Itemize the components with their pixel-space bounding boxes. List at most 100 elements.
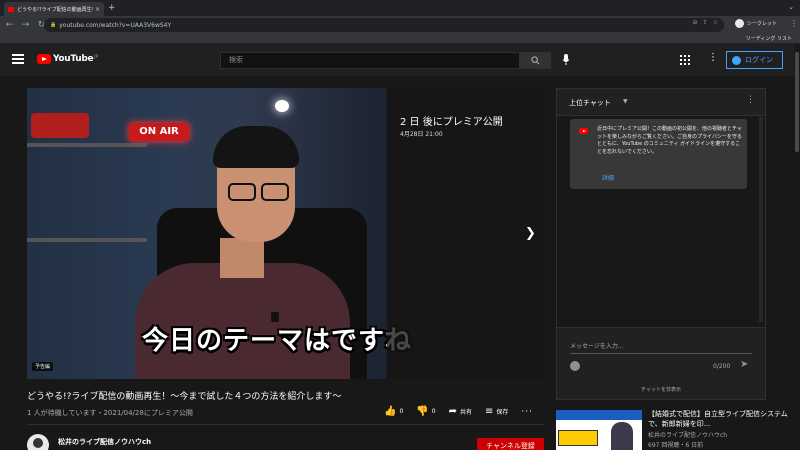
chat-scrollbar[interactable] [759,117,763,322]
video-player[interactable]: ON AIR 今日のテーマはですね 予告編 2 日 後にプレミア公開 4月28日… [27,88,544,379]
back-icon[interactable]: ← [3,20,16,30]
youtube-favicon-icon [8,6,14,12]
page-scrollbar[interactable] [794,44,800,450]
login-label: ログイン [745,56,773,64]
person-hair [213,126,299,168]
new-tab-button[interactable]: + [108,2,116,14]
address-bar[interactable]: 🔒 youtube.com/watch?v=UAA3V6wS4Y ⊖ ⇪ ☆ [44,18,724,32]
thumb-band [556,410,642,420]
thumbs-up-icon: 👍 [384,406,397,417]
login-button[interactable]: ログイン [726,51,783,69]
video-title: どうやる!?ライブ配信の動画再生！〜今まで試した４つの方法を紹介します〜 [27,392,342,402]
playlist-add-icon: ≡ [484,406,494,417]
scrollbar-thumb[interactable] [795,52,799,152]
youtube-play-icon [37,54,51,64]
chat-mode-selector[interactable]: 上位チャット [569,98,611,108]
incognito-profile[interactable]: シークレット [735,19,777,28]
url-text: youtube.com/watch?v=UAA3V6wS4Y [59,21,172,29]
incognito-icon [735,19,744,28]
recommendation-thumbnail[interactable] [556,410,642,450]
share-icon: ➦ [448,406,457,417]
video-meta: 1 人が待機しています・2021/04/28にプレミア公開 [27,409,193,417]
dislike-count: 0 [431,408,436,415]
recommendation-meta: 697 回視聴・6 日前 [648,442,704,449]
browser-menu-icon[interactable]: ⋮ [790,19,798,28]
search-button[interactable] [520,52,551,69]
youtube-icon [579,128,588,134]
browser-tabstrip: どうやる!?ライブ配信の動画再生！... × + ⌄ [0,0,800,16]
apps-grid-icon[interactable] [680,55,690,65]
trailer-badge: 予告編 [32,362,54,371]
glasses-right [261,183,289,201]
chat-header: 上位チャット ▼ ⋮ [557,89,765,116]
thumbs-down-icon: 👎 [416,406,429,417]
on-air-sign: ON AIR [129,123,189,141]
like-button[interactable]: 👍 0 [384,406,403,417]
like-count: 0 [399,408,404,415]
search-input[interactable]: 検索 [220,52,520,69]
recommendation-title[interactable]: 【結婚式で配信】自立型ライブ配信システムで、新郎新婦を印... [648,409,794,429]
forward-icon[interactable]: → [19,20,32,30]
chevron-right-icon[interactable]: ❯ [525,226,536,241]
red-case [31,113,89,138]
share-label: 共有 [459,409,472,416]
youtube-logo[interactable]: YouTube JP [37,54,98,64]
logo-text: YouTube [53,54,94,64]
hide-chat-button[interactable]: チャットを非表示 [557,386,765,393]
person-neck [220,238,264,278]
user-circle-icon [732,55,741,65]
settings-more-icon[interactable]: ⋮ [708,52,718,63]
chat-more-icon[interactable]: ⋮ [746,95,755,105]
close-tab-icon[interactable]: × [95,6,100,13]
menu-icon[interactable] [12,54,24,64]
subscribe-button[interactable]: チャンネル登録 [477,438,544,450]
thumb-person [611,422,633,450]
premiere-notice: 近日中にプレミア公開！この動画の初公開を、他の視聴者とチャットを楽しみながらご覧… [570,119,747,189]
divider [27,424,544,425]
tab-title: どうやる!?ライブ配信の動画再生！... [17,6,93,13]
tab-search-icon[interactable]: ⌄ [788,3,794,11]
lock-icon: 🔒 [50,22,57,28]
dislike-button[interactable]: 👎 0 [416,406,435,417]
notice-text: 近日中にプレミア公開！この動画の初公開を、他の視聴者とチャットを楽しみながらご覧… [597,126,742,155]
emoji-icon[interactable] [570,361,580,371]
video-caption: 今日のテーマはですね [142,326,413,356]
zoom-icon[interactable]: ⊖ [693,19,698,26]
channel-avatar[interactable] [27,434,49,450]
logo-region: JP [94,54,98,59]
share-button[interactable]: ➦ 共有 [449,406,472,417]
app-window: どうやる!?ライブ配信の動画再生！... × + ⌄ ← → ↻ 🔒 youtu… [0,0,800,450]
incognito-label: シークレット [747,21,778,27]
shelf [27,143,147,147]
shelf [27,238,147,242]
premiere-date: 4月28日 21:00 [400,131,443,138]
video-thumbnail: ON AIR 今日のテーマはですね 予告編 [27,88,411,379]
search-icon [531,56,540,65]
channel-name[interactable]: 松井のライブ配信ノウハウch [58,437,151,447]
bookmarks-bar: リーディング リスト [0,34,800,44]
recommendation-channel[interactable]: 松井のライブ配信ノウハウch [648,430,727,439]
char-count: 0/200 [713,363,731,370]
notice-details-link[interactable]: 詳細 [602,173,614,182]
thumb-label [558,430,598,446]
premiere-overlay: 2 日 後にプレミア公開 4月28日 21:00 [387,88,544,379]
premiere-title: 2 日 後にプレミア公開 [400,117,503,128]
browser-toolbar: ← → ↻ 🔒 youtube.com/watch?v=UAA3V6wS4Y ⊖… [0,16,800,34]
more-actions-icon[interactable]: ··· [521,407,533,417]
save-button[interactable]: ≡ 保存 [485,406,508,417]
reading-list-button[interactable]: リーディング リスト [746,35,792,42]
browser-tab[interactable]: どうやる!?ライブ配信の動画再生！... × [4,2,104,16]
microphone-icon [562,54,570,65]
send-icon[interactable]: ➤ [740,359,748,370]
omnibox-actions: ⊖ ⇪ ☆ [693,19,718,26]
youtube-header: YouTube JP 検索 ⋮ ログイン [0,44,800,76]
caret-down-icon[interactable]: ▼ [623,98,628,105]
chat-message-input[interactable]: メッセージを入力... [570,341,752,354]
voice-search-button[interactable] [560,54,572,67]
video-actions: 👍 0 👎 0 ➦ 共有 ≡ 保存 ··· [384,406,533,417]
ceiling-lamp [275,100,289,112]
save-label: 保存 [496,409,509,416]
bookmark-star-icon[interactable]: ☆ [713,19,718,26]
chat-input-area: メッセージを入力... 0/200 ➤ チャットを非表示 [557,327,765,399]
share-page-icon[interactable]: ⇪ [703,19,708,26]
